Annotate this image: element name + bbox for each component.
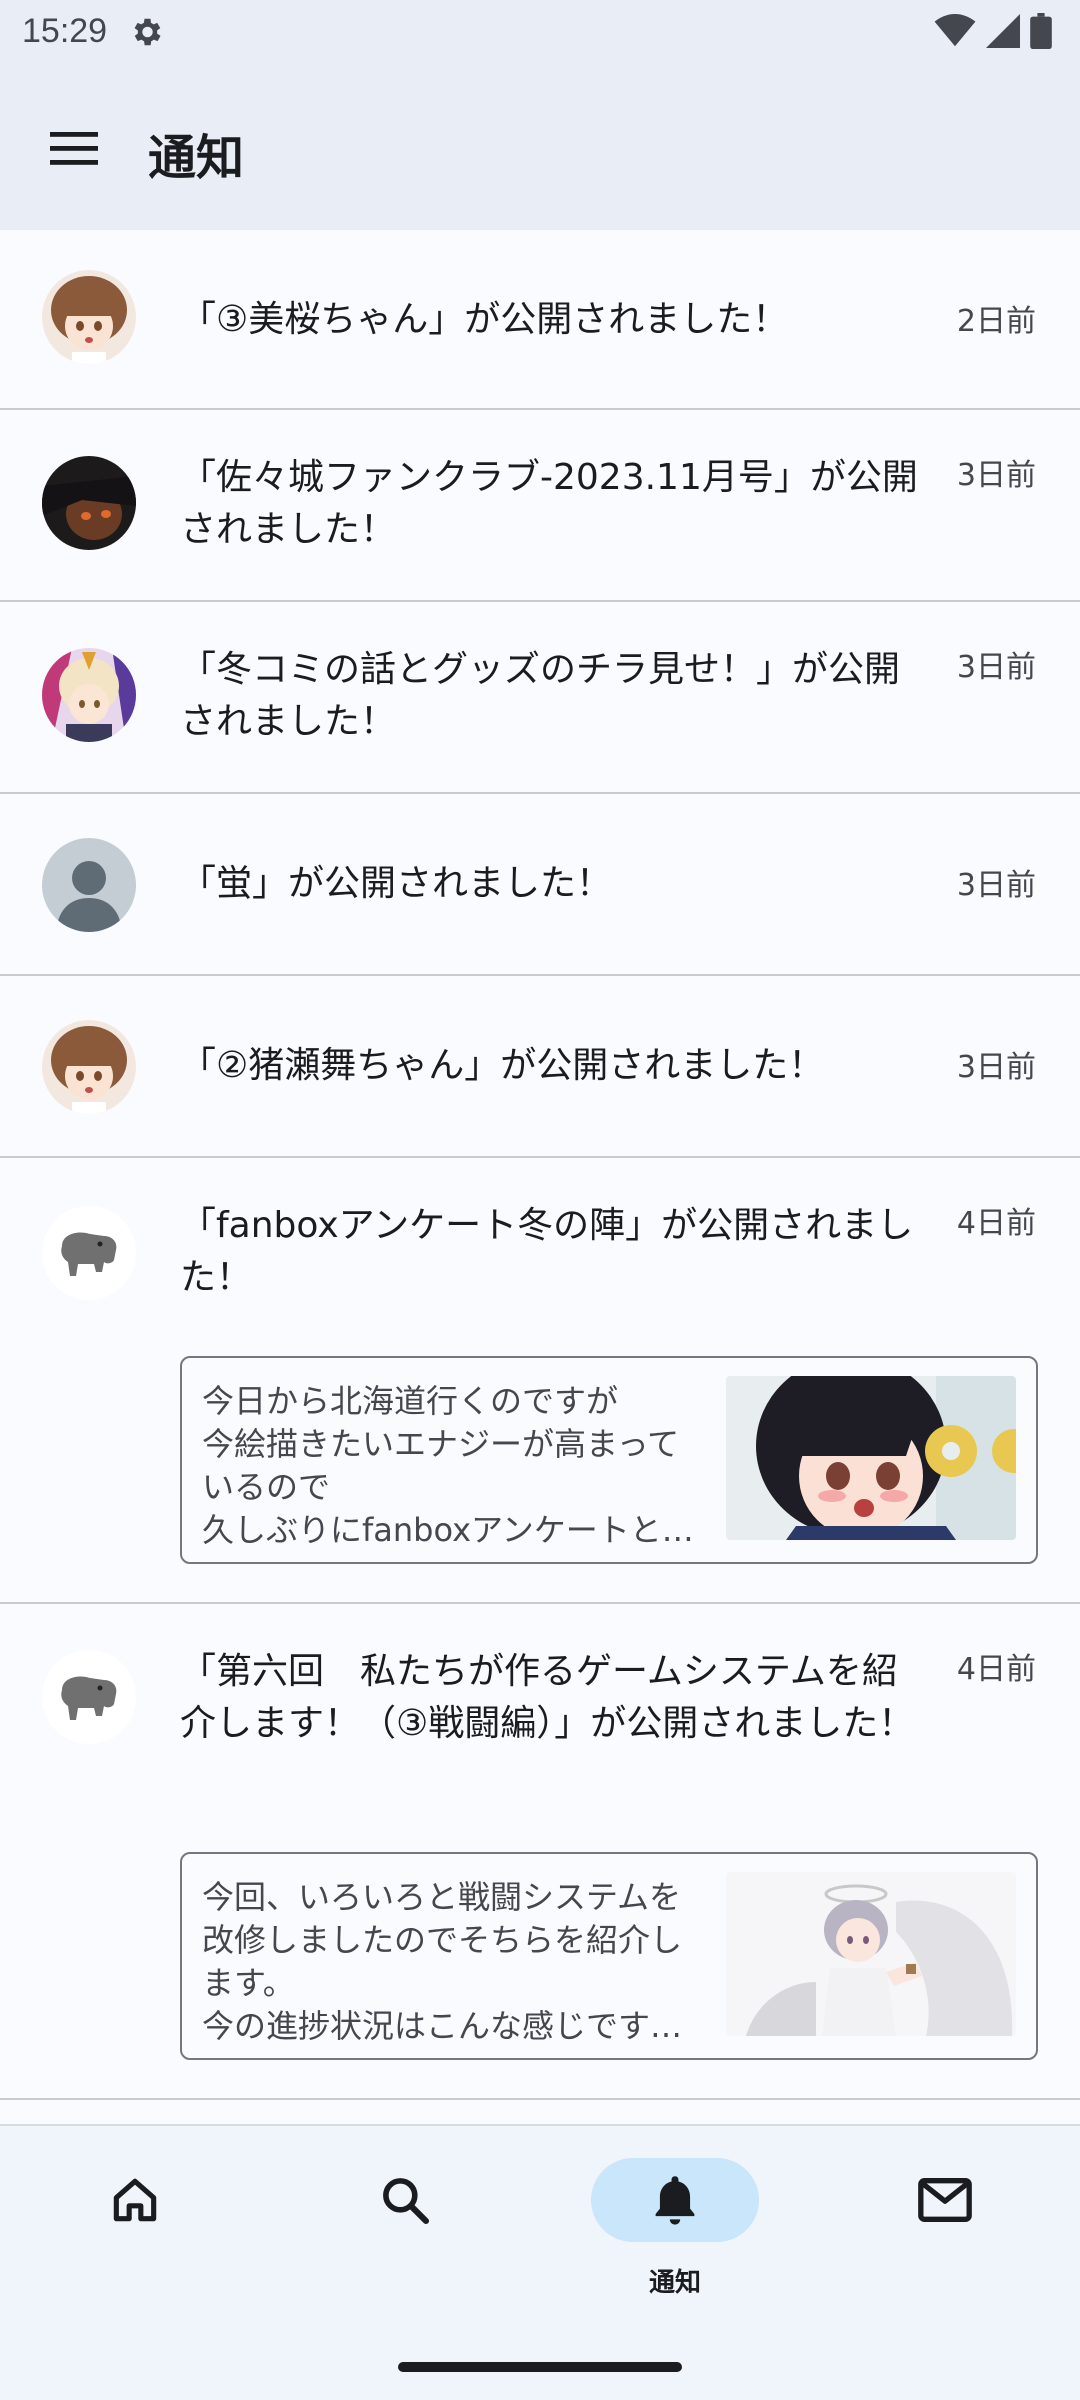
notification-text: 「佐々城ファンクラブ-2023.11月号」が公開されました！ [180,457,918,550]
notification-text: 「冬コミの話とグッズのチラ見せ！」が公開されました！ [180,649,901,742]
preview-excerpt: 今日から北海道行くのですが 今絵描きたいエナジーが高まって いるので 久しぶりに… [202,1380,702,1552]
wifi-icon [934,14,976,47]
notification-list: 「③美桜ちゃん」が公開されました！ 2日前 「佐々城ファンクラブ-2023.11… [0,230,1080,2100]
preview-line: 久しぶりにfanboxアンケートと… [202,1511,694,1549]
post-preview-card[interactable]: 今日から北海道行くのですが 今絵描きたいエナジーが高まって いるので 久しぶりに… [180,1356,1038,1564]
girl-brown-hair-avatar [42,1020,136,1114]
girl-brown-hair-avatar [42,270,136,364]
notification-text: 「③美桜ちゃん」が公開されました！ [180,299,789,340]
white-angel-girl-illustration [726,1872,1016,2036]
notification-item[interactable]: 「②猪瀬舞ちゃん」が公開されました！ 3日前 [0,976,1080,1158]
default-person-avatar [42,838,136,932]
hamburger-menu-icon [50,132,98,165]
notification-date: 2日前 [956,304,1036,339]
battery-icon [1030,13,1052,49]
notification-item[interactable]: 「fanboxアンケート冬の陣」が公開されました！ 4日前 今日から北海道行くの… [0,1158,1080,1604]
colorful-character-avatar [42,648,136,742]
preview-line: 今日から北海道行くのですが [202,1382,619,1420]
preview-line: ます。 [202,1964,295,2002]
preview-line: 今回、いろいろと戦闘システムを [202,1878,682,1916]
nav-active-indicator [591,2158,759,2242]
status-time: 15:29 [22,12,108,50]
preview-line: 改修しましたのでそちらを紹介し [202,1921,683,1959]
preview-line: 今絵描きたいエナジーが高まって [202,1425,680,1463]
tapir-avatar [42,1206,136,1300]
preview-excerpt: 今回、いろいろと戦闘システムを 改修しましたのでそちらを紹介し ます。 今の進捗… [202,1876,702,2048]
bottom-navigation: 通知 [0,2124,1080,2400]
home-icon [113,2178,157,2222]
nav-indicator [321,2158,489,2242]
nav-indicator [861,2158,1029,2242]
bell-icon [655,2176,695,2225]
nav-item-search[interactable] [270,2126,540,2326]
mail-icon [918,2178,972,2222]
notification-date: 4日前 [956,1206,1036,1241]
notification-text: 「②猪瀬舞ちゃん」が公開されました！ [180,1045,825,1086]
settings-gear-icon [134,18,161,46]
nav-indicator [51,2158,219,2242]
notification-item[interactable]: 「蛍」が公開されました！ 3日前 [0,794,1080,976]
home-gesture-bar[interactable] [398,2362,682,2372]
status-icons [934,12,1052,50]
nav-label-notifications: 通知 [648,2268,701,2298]
tapir-avatar [42,1650,136,1744]
notification-date: 3日前 [956,1050,1036,1085]
notification-item[interactable]: 「③美桜ちゃん」が公開されました！ 2日前 [0,230,1080,410]
notification-date: 3日前 [956,458,1036,493]
notification-text: 「第六回 私たちが作るゲームシステムを紹介します！（③戦闘編）」が公開されました… [180,1651,915,1744]
cellular-signal-icon [986,14,1020,48]
page-title: 通知 [148,130,245,186]
notification-date: 4日前 [956,1652,1036,1687]
notification-date: 3日前 [956,868,1036,903]
nav-item-messages[interactable] [810,2126,1080,2326]
notification-text: 「蛍」が公開されました！ [180,863,613,904]
search-icon [383,2178,430,2225]
notification-item[interactable]: 「冬コミの話とグッズのチラ見せ！」が公開されました！ 3日前 [0,602,1080,794]
dark-character-avatar [42,456,136,550]
nav-item-notifications[interactable]: 通知 [540,2126,810,2326]
post-preview-card[interactable]: 今回、いろいろと戦闘システムを 改修しましたのでそちらを紹介し ます。 今の進捗… [180,1852,1038,2060]
menu-button[interactable] [40,114,108,182]
notification-item[interactable]: 「佐々城ファンクラブ-2023.11月号」が公開されました！ 3日前 [0,410,1080,602]
notification-text: 「fanboxアンケート冬の陣」が公開されました！ [180,1205,914,1298]
status-bar: 15:29 [0,0,1080,62]
notification-date: 3日前 [956,650,1036,685]
notification-item[interactable]: 「第六回 私たちが作るゲームシステムを紹介します！（③戦闘編）」が公開されました… [0,1604,1080,2100]
preview-line: いるので [202,1468,331,1506]
black-hair-girl-illustration [726,1376,1016,1540]
preview-line: 今の進捗状況はこんな感じです… [202,2007,683,2045]
nav-item-home[interactable] [0,2126,270,2326]
app-bar: 通知 [0,62,1080,230]
